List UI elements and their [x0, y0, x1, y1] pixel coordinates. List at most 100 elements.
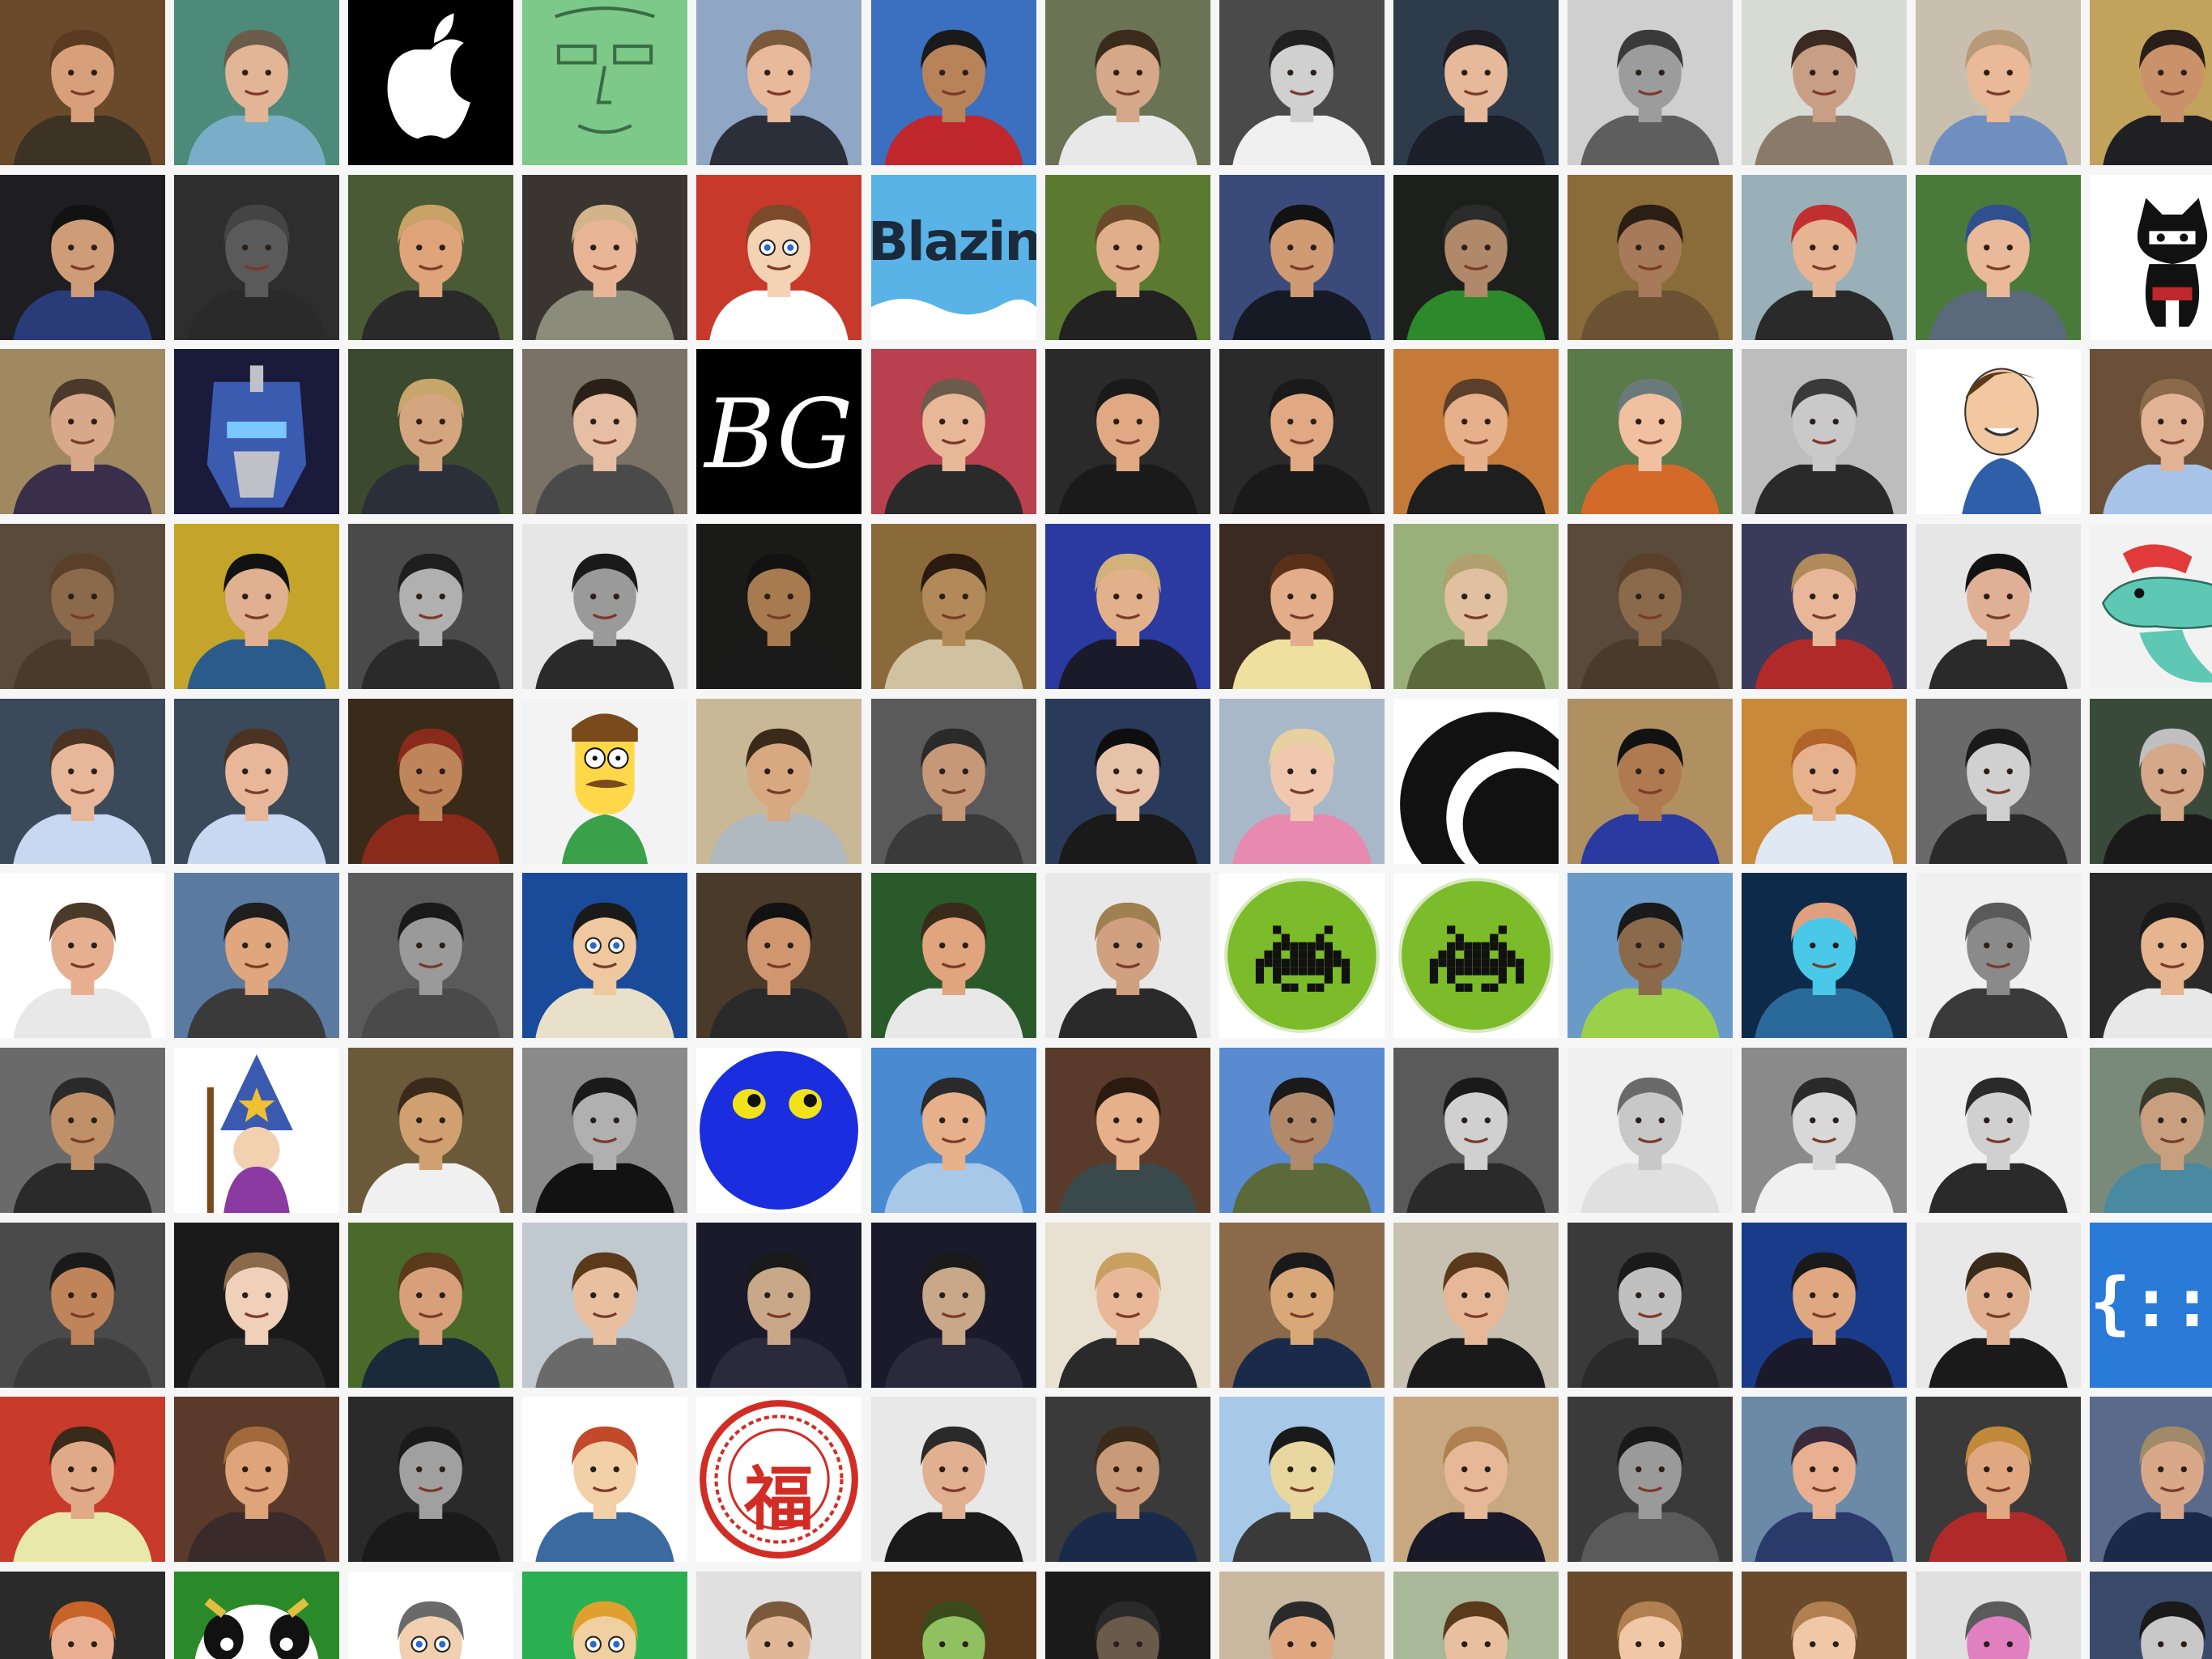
avatar-8-4	[522, 1223, 687, 1388]
avatar-8-1	[0, 1223, 165, 1388]
avatar-7-11	[1742, 1048, 1907, 1213]
avatar-image	[0, 1572, 165, 1659]
avatar-image	[348, 175, 513, 340]
avatar-6-9	[1393, 873, 1559, 1038]
avatar-image	[1393, 1048, 1559, 1213]
avatar-image	[1045, 349, 1210, 514]
avatar-7-2	[174, 1048, 339, 1213]
avatar-image	[348, 349, 513, 514]
avatar-5-11	[1742, 699, 1907, 864]
avatar-8-11	[1742, 1223, 1907, 1388]
avatar-10-12	[1916, 1572, 2081, 1659]
avatar-4-12	[1916, 524, 2081, 689]
avatar-image	[174, 175, 339, 340]
avatar-image	[522, 524, 687, 689]
avatar-10-4	[522, 1572, 687, 1659]
avatar-8-7	[1045, 1223, 1210, 1388]
avatar-image	[0, 524, 165, 689]
avatar-image	[871, 349, 1036, 514]
avatar-4-8	[1219, 524, 1385, 689]
avatar-image	[1568, 0, 1733, 165]
avatar-image	[0, 873, 165, 1038]
avatar-image	[174, 1397, 339, 1562]
avatar-image	[0, 0, 165, 165]
avatar-2-3	[348, 175, 513, 340]
avatar-6-1	[0, 873, 165, 1038]
avatar-image	[1742, 524, 1907, 689]
avatar-6-8	[1219, 873, 1385, 1038]
avatar-image	[871, 1572, 1036, 1659]
avatar-6-13	[2090, 873, 2212, 1038]
avatar-9-6	[871, 1397, 1036, 1562]
avatar-image	[1916, 1397, 2081, 1562]
avatar-image	[174, 1223, 339, 1388]
avatar-image	[1393, 349, 1559, 514]
avatar-image	[1393, 699, 1559, 864]
avatar-image	[1045, 1397, 1210, 1562]
avatar-image	[871, 524, 1036, 689]
avatar-9-1	[0, 1397, 165, 1562]
avatar-image	[522, 0, 687, 165]
avatar-10-5	[696, 1572, 861, 1659]
avatar-image	[174, 349, 339, 514]
avatar-1-8	[1219, 0, 1385, 165]
avatar-image	[174, 1572, 339, 1659]
avatar-image	[1568, 873, 1733, 1038]
avatar-image	[2090, 699, 2212, 864]
avatar-9-11	[1742, 1397, 1907, 1562]
avatar-5-2	[174, 699, 339, 864]
avatar-image	[1742, 175, 1907, 340]
avatar-4-11	[1742, 524, 1907, 689]
avatar-2-2	[174, 175, 339, 340]
avatar-5-7	[1045, 699, 1210, 864]
avatar-3-5: BG	[696, 349, 861, 514]
avatar-image	[1219, 1048, 1385, 1213]
avatar-image	[1916, 699, 2081, 864]
avatar-6-3	[348, 873, 513, 1038]
avatar-image	[1742, 1572, 1907, 1659]
avatar-image	[1219, 1572, 1385, 1659]
avatar-3-10	[1568, 349, 1733, 514]
avatar-3-11	[1742, 349, 1907, 514]
avatar-image	[174, 873, 339, 1038]
avatar-image	[1916, 1223, 2081, 1388]
avatar-3-9	[1393, 349, 1559, 514]
avatar-4-2	[174, 524, 339, 689]
avatar-6-4	[522, 873, 687, 1038]
avatar-image	[2090, 873, 2212, 1038]
avatar-image	[0, 175, 165, 340]
avatar-3-8	[1219, 349, 1385, 514]
avatar-9-13	[2090, 1397, 2212, 1562]
avatar-3-3	[348, 349, 513, 514]
avatar-image	[871, 175, 1036, 340]
avatar-9-10	[1568, 1397, 1733, 1562]
avatar-image	[696, 0, 861, 165]
avatar-2-11	[1742, 175, 1907, 340]
avatar-image	[1045, 1048, 1210, 1213]
avatar-2-6: Blazing	[871, 175, 1036, 340]
avatar-9-7	[1045, 1397, 1210, 1562]
avatar-1-6	[871, 0, 1036, 165]
avatar-1-3	[348, 0, 513, 165]
avatar-6-5	[696, 873, 861, 1038]
avatar-1-10	[1568, 0, 1733, 165]
avatar-image	[1568, 1397, 1733, 1562]
avatar-image	[1393, 1223, 1559, 1388]
avatar-image	[871, 1048, 1036, 1213]
avatar-6-12	[1916, 873, 2081, 1038]
avatar-image	[1568, 349, 1733, 514]
avatar-image	[348, 1397, 513, 1562]
avatar-8-9	[1393, 1223, 1559, 1388]
avatar-image	[1219, 873, 1385, 1038]
avatar-10-2	[174, 1572, 339, 1659]
avatar-image	[696, 1397, 861, 1562]
avatar-4-1	[0, 524, 165, 689]
avatar-8-10	[1568, 1223, 1733, 1388]
avatar-2-13	[2090, 175, 2212, 340]
avatar-3-2	[174, 349, 339, 514]
avatar-image	[1742, 349, 1907, 514]
avatar-image	[348, 1048, 513, 1213]
avatar-7-7	[1045, 1048, 1210, 1213]
avatar-6-7	[1045, 873, 1210, 1038]
avatar-6-10	[1568, 873, 1733, 1038]
